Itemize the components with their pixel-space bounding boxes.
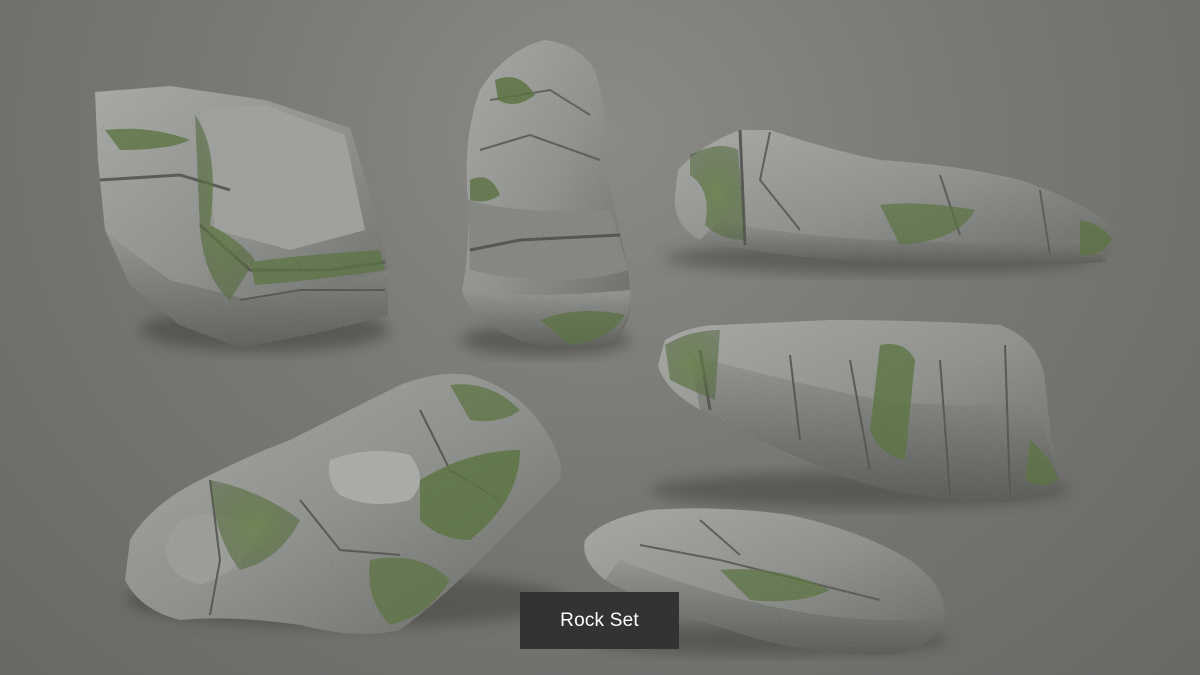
- caption-label: Rock Set: [560, 609, 639, 631]
- render-viewport: Rock Set: [0, 0, 1200, 675]
- long-rock-icon: [665, 129, 1114, 274]
- flat-rock-cluster-icon: [125, 373, 565, 634]
- rock-set-scene: [95, 40, 1114, 655]
- tall-rock-icon: [460, 40, 632, 356]
- caption-label-box: Rock Set: [520, 592, 679, 649]
- blocky-rock-icon: [95, 86, 390, 352]
- slab-rock-icon: [650, 320, 1070, 508]
